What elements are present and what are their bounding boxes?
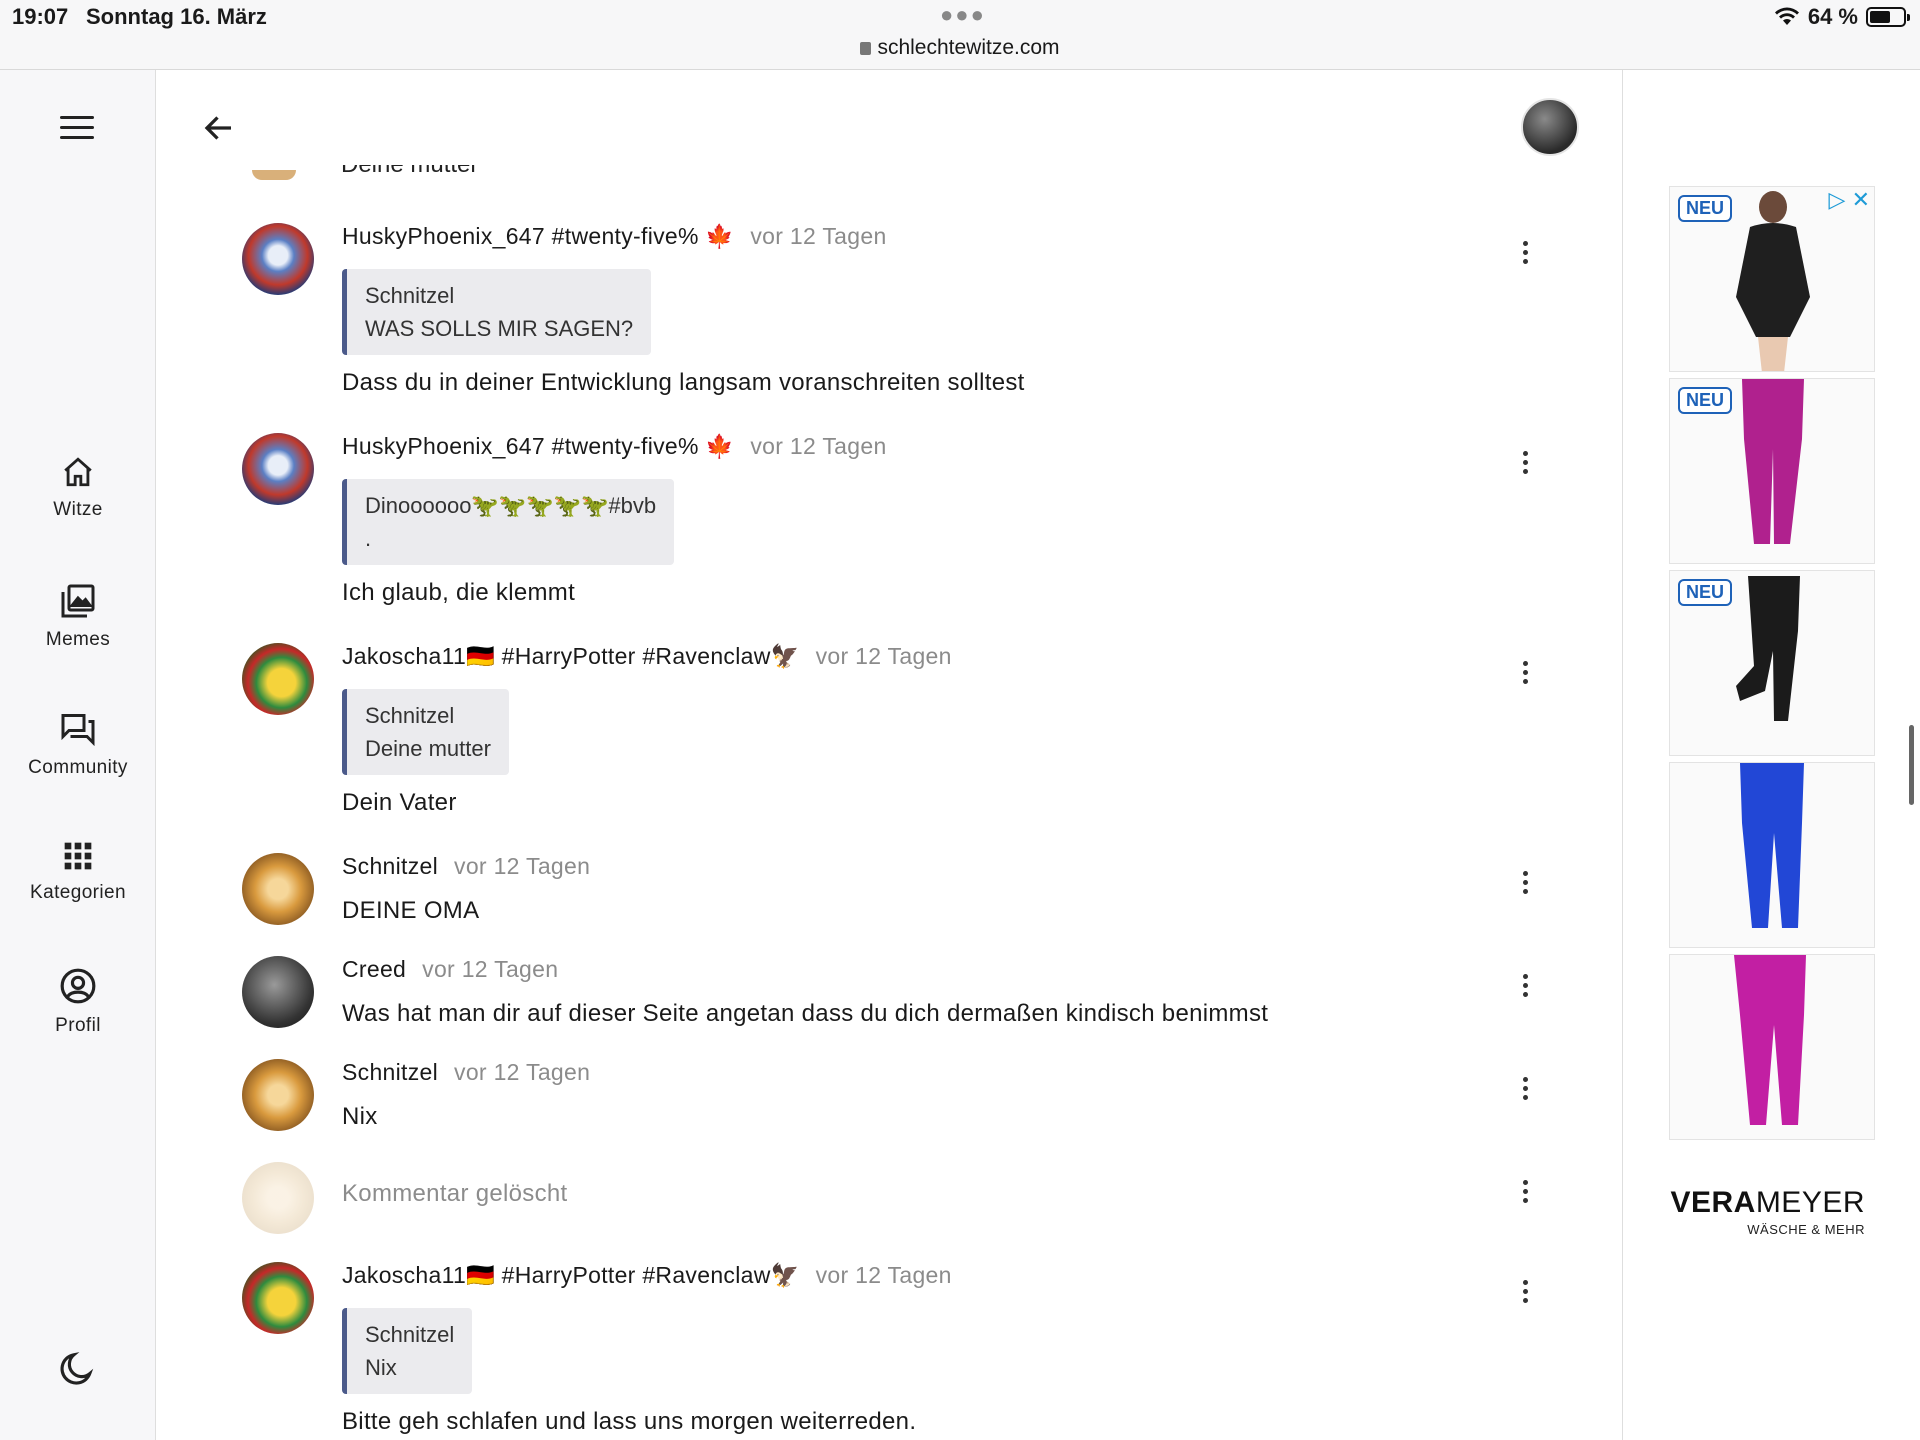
comment-time: vor 12 Tagen <box>454 1059 591 1085</box>
grid-icon <box>64 842 92 870</box>
user-avatar[interactable] <box>1521 98 1579 156</box>
avatar[interactable] <box>242 1059 314 1131</box>
avatar[interactable] <box>242 1262 314 1334</box>
avatar[interactable] <box>242 956 314 1028</box>
comment-text: DEINE OMA <box>342 897 480 924</box>
lock-icon <box>860 42 872 55</box>
quoted-comment[interactable]: Schnitzel WAS SOLLS MIR SAGEN? <box>342 269 652 355</box>
comment-time: vor 12 Tagen <box>815 1262 952 1288</box>
ad-column: NEU ▷ ✕ NEU NEU VERAMEYER WÄSCHE & MEHR <box>1622 70 1920 1440</box>
comment-author[interactable]: Schnitzel <box>342 1059 438 1086</box>
ad-product-tile[interactable]: NEU <box>1669 570 1875 756</box>
more-options-icon[interactable] <box>1520 1180 1530 1207</box>
quote-text: WAS SOLLS MIR SAGEN? <box>365 316 634 341</box>
more-options-icon[interactable] <box>1520 1280 1530 1307</box>
status-icons: 64 % <box>1774 4 1910 30</box>
partial-comment-text: Deine mutter <box>341 165 581 185</box>
comment-author[interactable]: Schnitzel <box>342 853 438 880</box>
sidebar-item-profil[interactable]: Profil <box>0 967 156 1037</box>
address-bar[interactable]: schlechtewitze.com <box>0 36 1920 60</box>
profile-icon <box>60 968 96 1004</box>
menu-icon[interactable] <box>60 116 94 146</box>
quote-author: Schnitzel <box>365 703 455 728</box>
chat-icon <box>61 714 95 747</box>
tab-dots-icon[interactable]: ●●● <box>940 2 986 28</box>
comment-text: Dass du in deiner Entwicklung langsam vo… <box>342 369 1025 396</box>
back-arrow-icon[interactable] <box>201 110 237 146</box>
avatar[interactable] <box>242 853 314 925</box>
comment-time: vor 12 Tagen <box>454 853 591 879</box>
date: Sonntag 16. März <box>86 4 267 29</box>
quote-author: Dinoooooo🦖🦖🦖🦖🦖#bvb <box>365 493 657 518</box>
ad-banner[interactable]: NEU ▷ ✕ NEU NEU VERAMEYER WÄSCHE & MEHR <box>1669 186 1877 1251</box>
comment-text: Was hat man dir auf dieser Seite angetan… <box>342 1000 1269 1027</box>
comment-author[interactable]: HuskyPhoenix_647 #twenty-five% 🍁 <box>342 433 734 460</box>
comment-author[interactable]: Jakoscha11🇩🇪 #HarryPotter #Ravenclaw🦅 <box>342 643 800 670</box>
sidebar-item-community[interactable]: Community <box>0 711 156 779</box>
partial-avatar <box>252 170 296 180</box>
avatar[interactable] <box>242 433 314 505</box>
comment-time: vor 12 Tagen <box>815 643 952 669</box>
avatar[interactable] <box>242 643 314 715</box>
quote-text: Deine mutter <box>365 736 491 761</box>
sidebar-item-memes[interactable]: Memes <box>0 583 156 651</box>
sidebar-item-label: Kategorien <box>30 882 126 903</box>
sidebar-item-witze[interactable]: Witze <box>0 455 156 521</box>
status-bar: 19:07 Sonntag 16. März ●●● schlechtewitz… <box>0 0 1920 70</box>
comment-time: vor 12 Tagen <box>422 956 559 982</box>
quote-text: Nix <box>365 1355 397 1380</box>
more-options-icon[interactable] <box>1520 1077 1530 1104</box>
comment-text: Bitte geh schlafen und lass uns morgen w… <box>342 1408 917 1435</box>
new-badge: NEU <box>1678 195 1733 222</box>
sidebar-item-kategorien[interactable]: Kategorien <box>0 840 156 904</box>
battery-icon <box>1866 7 1910 27</box>
ad-brand-logo[interactable]: VERAMEYER WÄSCHE & MEHR <box>1669 1186 1875 1237</box>
more-options-icon[interactable] <box>1520 974 1530 1001</box>
comment-author[interactable]: HuskyPhoenix_647 #twenty-five% 🍁 <box>342 223 734 250</box>
new-badge: NEU <box>1678 579 1733 606</box>
ad-product-image <box>1734 955 1806 1125</box>
home-icon <box>64 457 92 487</box>
ad-product-tile[interactable]: NEU ▷ ✕ <box>1669 186 1875 372</box>
comment-time: vor 12 Tagen <box>750 223 887 249</box>
quoted-comment[interactable]: Dinoooooo🦖🦖🦖🦖🦖#bvb . <box>342 479 675 565</box>
more-options-icon[interactable] <box>1520 661 1530 688</box>
quote-author: Schnitzel <box>365 283 455 308</box>
ad-product-tile[interactable] <box>1669 762 1875 948</box>
comment-time: vor 12 Tagen <box>750 433 887 459</box>
url-text: schlechtewitze.com <box>877 36 1060 59</box>
sidebar-item-label: Witze <box>53 499 103 520</box>
wifi-icon <box>1774 7 1799 25</box>
quote-author: Schnitzel <box>365 1322 455 1347</box>
more-options-icon[interactable] <box>1520 871 1530 898</box>
sidebar-item-label: Community <box>28 757 128 778</box>
quoted-comment[interactable]: Schnitzel Deine mutter <box>342 689 509 775</box>
comment-author[interactable]: Creed <box>342 956 406 983</box>
sidebar-nav: Witze Memes Community Kategorien Profil <box>0 70 156 1440</box>
clock: 19:07 <box>12 4 69 29</box>
quoted-comment[interactable]: Schnitzel Nix <box>342 1308 473 1394</box>
comment-author[interactable]: Jakoscha11🇩🇪 #HarryPotter #Ravenclaw🦅 <box>342 1262 800 1289</box>
more-options-icon[interactable] <box>1520 451 1530 478</box>
moon-icon[interactable] <box>58 1350 96 1388</box>
ad-product-tile[interactable]: NEU <box>1669 378 1875 564</box>
avatar[interactable] <box>242 223 314 295</box>
comment-text: Ich glaub, die klemmt <box>342 579 576 606</box>
ad-product-tile[interactable] <box>1669 954 1875 1140</box>
deleted-comment-text: Kommentar gelöscht <box>342 1180 568 1207</box>
new-badge: NEU <box>1678 387 1733 414</box>
comments-panel: Deine mutter HuskyPhoenix_647 #twenty-fi… <box>157 70 1622 1440</box>
adchoices-close-icon[interactable]: ▷ ✕ <box>1829 187 1870 213</box>
quote-text: . <box>365 526 372 551</box>
avatar <box>242 1162 314 1234</box>
more-options-icon[interactable] <box>1520 241 1530 268</box>
comment-text: Nix <box>342 1103 378 1130</box>
sidebar-item-label: Memes <box>45 629 111 650</box>
scrollbar[interactable] <box>1909 725 1914 805</box>
comment-text: Dein Vater <box>342 789 457 816</box>
ad-product-image <box>1740 763 1804 928</box>
gallery-icon <box>61 584 95 618</box>
battery-percent: 64 % <box>1807 4 1858 29</box>
sidebar-item-label: Profil <box>55 1015 101 1036</box>
